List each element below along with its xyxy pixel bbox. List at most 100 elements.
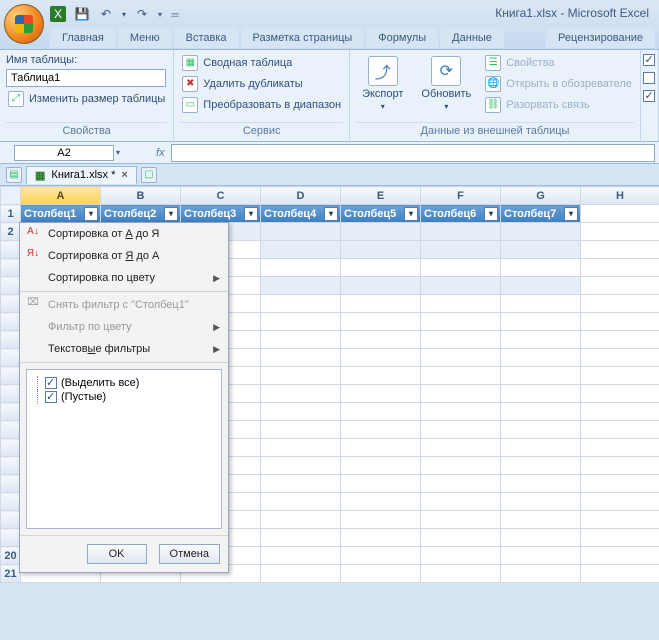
col-header[interactable]: D	[261, 187, 341, 205]
close-tab-icon[interactable]: ×	[121, 169, 127, 181]
cancel-button[interactable]: Отмена	[159, 544, 220, 564]
save-icon[interactable]: 💾	[74, 6, 90, 22]
tab-menu[interactable]: Меню	[118, 28, 172, 48]
new-doc-icon[interactable]: ▢	[141, 167, 157, 183]
col-header[interactable]: C	[181, 187, 261, 205]
filter-dropdown-icon[interactable]: ▾	[404, 207, 418, 221]
col-header[interactable]: G	[501, 187, 581, 205]
row-header[interactable]	[1, 493, 21, 511]
filter-value-blanks[interactable]: (Пустые)	[33, 390, 215, 404]
table-header-cell[interactable]: Столбец1▾	[21, 205, 101, 223]
name-box[interactable]: A2	[14, 145, 114, 161]
redo-icon[interactable]: ↷	[134, 6, 150, 22]
chevron-down-icon[interactable]: ▾	[122, 10, 126, 19]
row-header[interactable]	[1, 259, 21, 277]
row-header[interactable]	[1, 313, 21, 331]
undo-icon[interactable]: ↶	[98, 6, 114, 22]
col-header[interactable]: F	[421, 187, 501, 205]
table-name-input[interactable]	[6, 69, 166, 87]
row-header[interactable]	[1, 241, 21, 259]
tab-review[interactable]: Рецензирование	[546, 28, 655, 48]
ok-button[interactable]: OK	[87, 544, 147, 564]
filter-dropdown-icon[interactable]: ▾	[324, 207, 338, 221]
tab-layout[interactable]: Разметка страницы	[241, 28, 365, 48]
row-header[interactable]	[1, 439, 21, 457]
row-header[interactable]	[1, 475, 21, 493]
resize-icon: ⤢	[8, 91, 24, 107]
filter-dropdown-icon[interactable]: ▾	[484, 207, 498, 221]
checkbox[interactable]	[45, 391, 57, 403]
worksheet-grid[interactable]: A B C D E F G H 1 Столбец1▾ Столбец2▾ Ст…	[0, 186, 659, 583]
formula-input[interactable]	[171, 144, 655, 162]
col-header[interactable]: B	[101, 187, 181, 205]
filter-dropdown-icon[interactable]: ▾	[244, 207, 258, 221]
cell[interactable]	[341, 223, 421, 241]
cell[interactable]: A↓ Сортировка от А до Я Я↓ Сортировка от…	[101, 223, 181, 241]
pivot-table-button[interactable]: ▦Сводная таблица	[180, 54, 343, 72]
row-header[interactable]	[1, 331, 21, 349]
chevron-down-icon[interactable]: ▾	[158, 10, 162, 19]
document-tab[interactable]: ▦ Книга1.xlsx * ×	[26, 166, 137, 184]
cell[interactable]	[261, 223, 341, 241]
row-header[interactable]	[1, 349, 21, 367]
row-header[interactable]: 21	[1, 565, 21, 583]
row-header[interactable]	[1, 367, 21, 385]
col-header[interactable]: H	[581, 187, 659, 205]
sort-ascending[interactable]: A↓ Сортировка от А до Я	[20, 223, 228, 245]
cell[interactable]	[501, 223, 581, 241]
range-icon: ▭	[182, 97, 198, 113]
office-button[interactable]	[4, 4, 44, 44]
row-header[interactable]	[1, 277, 21, 295]
col-header[interactable]: E	[341, 187, 421, 205]
filter-value-select-all[interactable]: (Выделить все)	[33, 376, 215, 390]
tab-home[interactable]: Главная	[50, 28, 116, 48]
row-header[interactable]: 2	[1, 223, 21, 241]
row-header[interactable]: 1	[1, 205, 21, 223]
row-header[interactable]	[1, 529, 21, 547]
export-button[interactable]: ⤴ Экспорт▾	[356, 54, 409, 122]
refresh-button[interactable]: ⟳ Обновить▾	[415, 54, 477, 122]
cell[interactable]	[581, 223, 659, 241]
select-all-corner[interactable]	[1, 187, 21, 205]
name-box-dropdown-icon[interactable]: ▾	[116, 148, 120, 157]
col-header[interactable]: A	[21, 187, 101, 205]
fx-label[interactable]: fx	[156, 147, 165, 159]
table-header-cell[interactable]: Столбец6▾	[421, 205, 501, 223]
row-header[interactable]	[1, 295, 21, 313]
tab-data[interactable]: Данные	[440, 28, 504, 48]
sort-by-color[interactable]: Сортировка по цвету▶	[20, 267, 228, 289]
sort-descending[interactable]: Я↓ Сортировка от Я до А	[20, 245, 228, 267]
qat-customize-icon[interactable]: ＝	[170, 7, 180, 22]
table-header-cell[interactable]: Столбец4▾	[261, 205, 341, 223]
filter-dropdown-icon[interactable]: ▾	[84, 207, 98, 221]
excel-icon: X	[50, 6, 66, 22]
filter-dropdown-icon[interactable]: ▾	[164, 207, 178, 221]
group-label: Сервис	[180, 122, 343, 139]
checkbox[interactable]	[45, 377, 57, 389]
row-header[interactable]: 20	[1, 547, 21, 565]
tab-insert[interactable]: Вставка	[174, 28, 239, 48]
row-header[interactable]	[1, 403, 21, 421]
table-header-cell[interactable]: Столбец7▾	[501, 205, 581, 223]
row-header[interactable]	[1, 511, 21, 529]
filter-values-list[interactable]: (Выделить все) (Пустые)	[26, 369, 222, 529]
resize-table-button[interactable]: ⤢ Изменить размер таблицы	[6, 90, 167, 108]
table-header-cell[interactable]: Столбец2▾	[101, 205, 181, 223]
convert-to-range-button[interactable]: ▭Преобразовать в диапазон	[180, 96, 343, 114]
row-header[interactable]	[1, 385, 21, 403]
tab-formulas[interactable]: Формулы	[366, 28, 438, 48]
text-filters[interactable]: Текстовые фильтры▶	[20, 338, 228, 360]
checkbox-2[interactable]	[643, 72, 655, 84]
table-header-cell[interactable]: Столбец5▾	[341, 205, 421, 223]
row-header[interactable]	[1, 457, 21, 475]
row-header[interactable]	[1, 421, 21, 439]
doc-list-icon[interactable]: ▤	[6, 167, 22, 183]
remove-duplicates-button[interactable]: ✖Удалить дубликаты	[180, 75, 343, 93]
table-header-cell[interactable]: Столбец3▾	[181, 205, 261, 223]
checkbox-3[interactable]	[643, 90, 655, 102]
cell[interactable]	[581, 205, 659, 223]
open-browser-button: 🌐Открыть в обозревателе	[483, 75, 634, 93]
checkbox-1[interactable]	[643, 54, 655, 66]
cell[interactable]	[421, 223, 501, 241]
filter-dropdown-icon[interactable]: ▾	[564, 207, 578, 221]
